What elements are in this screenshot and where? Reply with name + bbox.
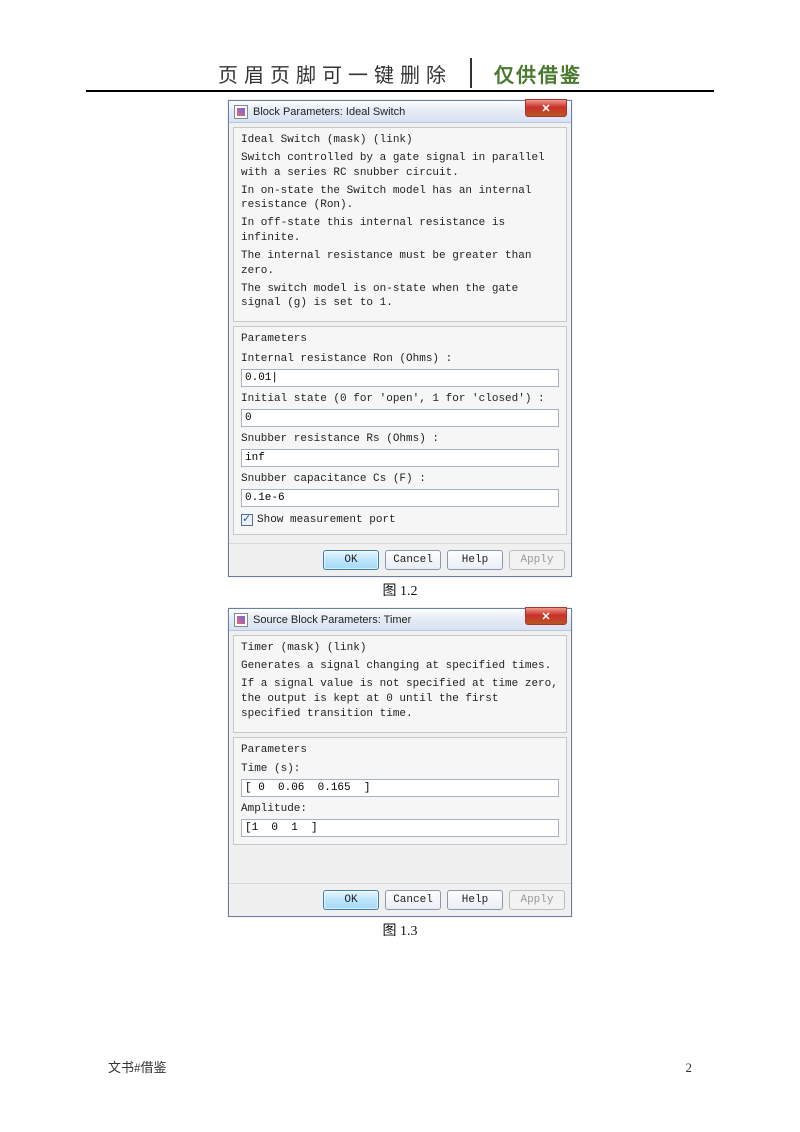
titlebar[interactable]: Block Parameters: Ideal Switch ✕ xyxy=(229,101,571,123)
parameters-title: Parameters xyxy=(241,332,559,347)
description-panel: Ideal Switch (mask) (link) Switch contro… xyxy=(233,127,567,322)
cancel-button[interactable]: Cancel xyxy=(385,550,441,570)
desc-text: The switch model is on-state when the ga… xyxy=(241,282,559,312)
amplitude-input[interactable] xyxy=(241,819,559,837)
parameters-panel: Parameters Time (s): Amplitude: xyxy=(233,737,567,846)
time-label: Time (s): xyxy=(241,762,559,777)
header-right: 仅供借鉴 xyxy=(472,59,582,88)
rs-label: Snubber resistance Rs (Ohms) : xyxy=(241,432,559,447)
window-title: Source Block Parameters: Timer xyxy=(253,614,411,626)
dialog-body: Ideal Switch (mask) (link) Switch contro… xyxy=(229,123,571,543)
dialog-block-parameters: Block Parameters: Ideal Switch ✕ Ideal S… xyxy=(228,100,572,577)
desc-text: Switch controlled by a gate signal in pa… xyxy=(241,151,559,181)
show-port-label: Show measurement port xyxy=(257,513,396,528)
desc-text: If a signal value is not specified at ti… xyxy=(241,677,559,722)
cs-input[interactable] xyxy=(241,489,559,507)
time-input[interactable] xyxy=(241,779,559,797)
dialog-body: Timer (mask) (link) Generates a signal c… xyxy=(229,631,571,883)
ok-button[interactable]: OK xyxy=(323,550,379,570)
mask-title: Ideal Switch (mask) (link) xyxy=(241,133,559,148)
figure-caption: 图 1.3 xyxy=(0,920,800,940)
show-port-row[interactable]: Show measurement port xyxy=(241,513,559,528)
checkbox-icon[interactable] xyxy=(241,514,253,526)
mask-title: Timer (mask) (link) xyxy=(241,641,559,656)
figure-caption: 图 1.2 xyxy=(0,580,800,600)
dialog-source-block-parameters: Source Block Parameters: Timer ✕ Timer (… xyxy=(228,608,572,917)
titlebar[interactable]: Source Block Parameters: Timer ✕ xyxy=(229,609,571,631)
amplitude-label: Amplitude: xyxy=(241,802,559,817)
ron-input[interactable] xyxy=(241,369,559,387)
content-area: Block Parameters: Ideal Switch ✕ Ideal S… xyxy=(0,100,800,948)
close-button[interactable]: ✕ xyxy=(525,99,567,117)
rs-input[interactable] xyxy=(241,449,559,467)
help-button[interactable]: Help xyxy=(447,550,503,570)
spacer xyxy=(233,849,567,879)
desc-text: Generates a signal changing at specified… xyxy=(241,659,559,674)
footer-left: 文书#借鉴 xyxy=(108,1057,167,1076)
header-left: 页眉页脚可一键删除 xyxy=(218,59,470,88)
button-row: OK Cancel Help Apply xyxy=(229,543,571,576)
cs-label: Snubber capacitance Cs (F) : xyxy=(241,472,559,487)
apply-button[interactable]: Apply xyxy=(509,550,565,570)
ok-button[interactable]: OK xyxy=(323,890,379,910)
desc-text: The internal resistance must be greater … xyxy=(241,249,559,279)
apply-button[interactable]: Apply xyxy=(509,890,565,910)
desc-text: In on-state the Switch model has an inte… xyxy=(241,184,559,214)
cancel-button[interactable]: Cancel xyxy=(385,890,441,910)
initial-state-input[interactable] xyxy=(241,409,559,427)
app-icon xyxy=(234,105,248,119)
window-title: Block Parameters: Ideal Switch xyxy=(253,106,405,118)
header-rule xyxy=(86,90,714,92)
ron-label: Internal resistance Ron (Ohms) : xyxy=(241,352,559,367)
app-icon xyxy=(234,613,248,627)
page-header: 页眉页脚可一键删除 仅供借鉴 xyxy=(0,58,800,88)
close-button[interactable]: ✕ xyxy=(525,607,567,625)
parameters-title: Parameters xyxy=(241,743,559,758)
initial-state-label: Initial state (0 for 'open', 1 for 'clos… xyxy=(241,392,559,407)
page-number: 2 xyxy=(686,1060,693,1076)
button-row: OK Cancel Help Apply xyxy=(229,883,571,916)
parameters-panel: Parameters Internal resistance Ron (Ohms… xyxy=(233,326,567,535)
desc-text: In off-state this internal resistance is… xyxy=(241,216,559,246)
description-panel: Timer (mask) (link) Generates a signal c… xyxy=(233,635,567,732)
help-button[interactable]: Help xyxy=(447,890,503,910)
